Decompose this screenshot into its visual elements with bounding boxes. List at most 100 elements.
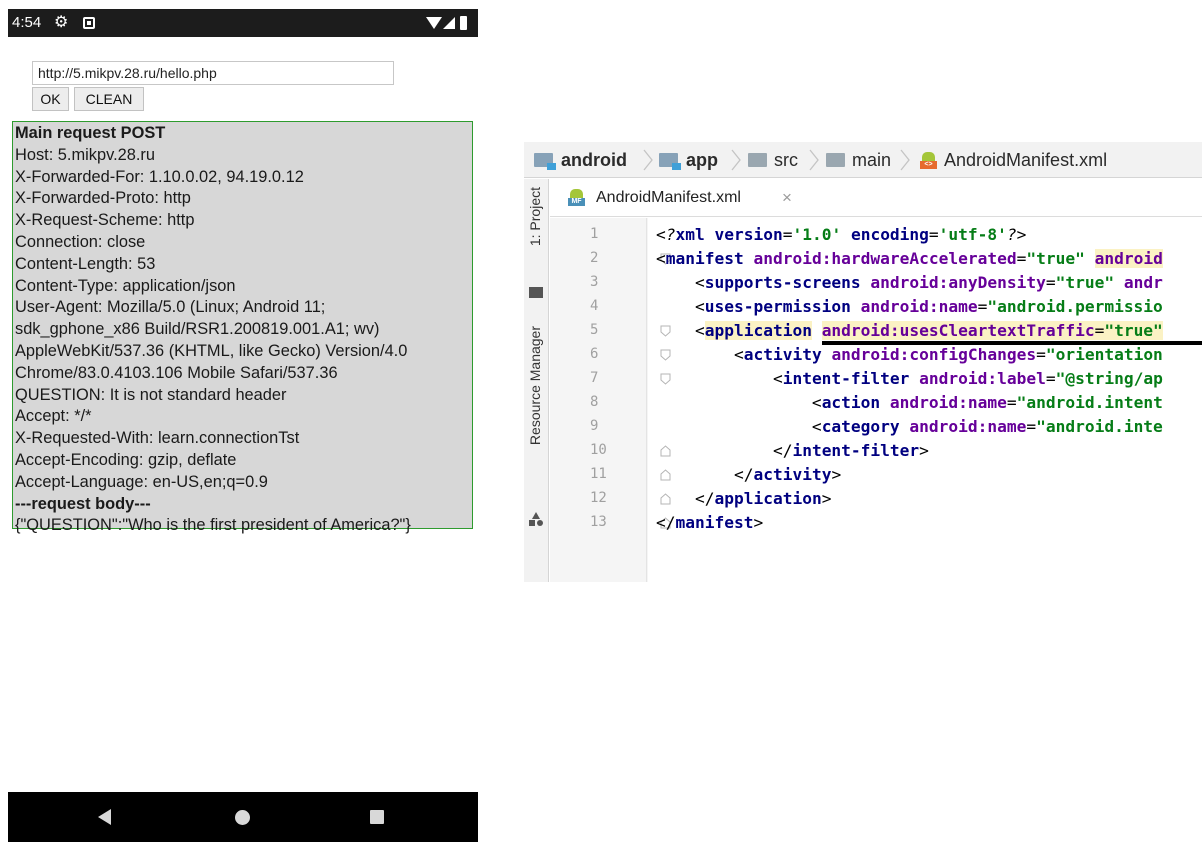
code-line[interactable]: </intent-filter> [656, 439, 929, 463]
response-line: ---request body--- [15, 494, 151, 513]
line-number: 6 [590, 346, 599, 362]
response-line: X-Forwarded-For: 1.10.0.02, 94.19.0.12 [15, 167, 304, 186]
code-token: < [656, 345, 744, 364]
response-line: AppleWebKit/537.36 (KHTML, like Gecko) V… [15, 341, 408, 360]
code-token: </ [656, 513, 676, 532]
code-line[interactable]: <?xml version='1.0' encoding='utf-8'?> [656, 223, 1026, 247]
code-token: "@string/ap [1055, 369, 1163, 388]
recents-icon[interactable] [370, 810, 384, 824]
code-line[interactable]: <manifest android:hardwareAccelerated="t… [656, 247, 1163, 271]
code-token: <? [656, 225, 676, 244]
home-icon[interactable] [235, 810, 250, 825]
code-token: uses-permission [704, 297, 861, 316]
code-token: android:anyDensity [870, 273, 1046, 292]
code-token: andr [1123, 273, 1163, 292]
code-token: < [656, 393, 822, 412]
code-line[interactable]: </manifest> [656, 511, 763, 535]
line-number: 7 [590, 370, 599, 386]
code-line[interactable]: <supports-screens android:anyDensity="tr… [656, 271, 1163, 295]
line-number: 5 [590, 322, 599, 338]
line-number: 13 [590, 514, 607, 530]
code-token: manifest [675, 513, 754, 532]
response-line: Content-Type: application/json [15, 276, 236, 295]
manifest-tab-icon-text: MF [568, 198, 585, 206]
code-token: ?> [1006, 225, 1027, 244]
chevron-right-icon [643, 149, 653, 171]
code-token: </ [656, 441, 793, 460]
response-line: Main request POST [15, 124, 166, 142]
response-line: Connection: close [15, 232, 146, 251]
line-number-gutter: 1 2 3 4 5 6 7 8 9 10 11 12 13 [550, 218, 671, 582]
folder-icon[interactable] [529, 287, 543, 298]
line-number: 8 [590, 394, 599, 410]
code-token: encoding [850, 225, 929, 244]
code-token: activity [753, 465, 832, 484]
code-line[interactable]: <intent-filter android:label="@string/ap [656, 367, 1163, 391]
code-token: < [656, 297, 705, 316]
code-token: "true" [1055, 273, 1124, 292]
code-line[interactable]: <application android:usesCleartextTraffi… [656, 319, 1163, 343]
response-line: Host: 5.mikpv.28.ru [15, 145, 155, 164]
tab-label: AndroidManifest.xml [596, 189, 741, 206]
code-token: = [928, 225, 939, 244]
breadcrumb-item-file[interactable]: AndroidManifest.xml [944, 142, 1107, 178]
response-output: Main request POST Host: 5.mikpv.28.ru X-Fo… [12, 121, 473, 534]
code-token: action [821, 393, 890, 412]
code-token: android:name [860, 297, 978, 316]
tool-tab-resource-manager[interactable]: Resource Manager [527, 326, 543, 445]
response-line: Content-Length: 53 [15, 254, 156, 273]
code-token: < [656, 369, 783, 388]
code-line[interactable]: <action android:name="android.intent [656, 391, 1163, 415]
breadcrumb-item-src[interactable]: src [774, 142, 798, 178]
code-token: > [919, 441, 929, 460]
code-token: > [821, 489, 832, 508]
code-line[interactable]: <activity android:configChanges="orienta… [656, 343, 1163, 367]
wifi-icon [426, 17, 442, 29]
chevron-right-icon [809, 149, 819, 171]
tool-tab-project[interactable]: 1: Project [527, 187, 543, 246]
code-token: < [656, 249, 666, 268]
editor-tab-bar: MF AndroidManifest.xml × [550, 179, 1202, 217]
code-line[interactable]: </activity> [656, 463, 841, 487]
tab-androidmanifest[interactable]: MF AndroidManifest.xml × [550, 179, 808, 217]
response-line: sdk_gphone_x86 Build/RSR1.200819.001.A1;… [15, 320, 380, 339]
selection-underline [822, 341, 1202, 345]
breadcrumb-item-android[interactable]: android [561, 142, 627, 178]
code-token: < [656, 273, 705, 292]
code-token: > [831, 465, 842, 484]
code-line[interactable]: <category android:name="android.inte [656, 415, 1163, 439]
android-emulator: 4:54 ⚙ OK CLEAN Main request POST Host: 5… [8, 9, 478, 842]
response-line: QUESTION: It is not standard header [15, 385, 287, 404]
code-token: '1.0' [792, 225, 851, 244]
code-token: "android.permissio [987, 297, 1163, 316]
breadcrumb: android app src main <> AndroidManifest.… [524, 142, 1202, 178]
code-line[interactable]: <uses-permission android:name="android.p… [656, 295, 1163, 319]
clean-button[interactable]: CLEAN [74, 87, 144, 111]
url-input[interactable] [32, 61, 394, 85]
module-folder-icon [534, 153, 556, 170]
response-line: Accept: */* [15, 407, 92, 426]
line-number: 9 [590, 418, 599, 434]
breadcrumb-item-app[interactable]: app [686, 142, 718, 178]
code-token: android [1094, 249, 1163, 268]
code-token: android:name [889, 393, 1007, 412]
code-token: application [714, 489, 822, 508]
gutter-divider [646, 218, 647, 582]
code-token: category [821, 417, 910, 436]
code-editor[interactable]: <?xml version='1.0' encoding='utf-8'?> <m… [648, 218, 1202, 582]
line-number: 2 [590, 250, 599, 266]
battery-icon [460, 16, 467, 30]
line-number: 12 [590, 490, 607, 506]
code-token: supports-screens [704, 273, 871, 292]
breadcrumb-item-main[interactable]: main [852, 142, 891, 178]
module-folder-icon [659, 153, 681, 170]
ok-button[interactable]: OK [32, 87, 69, 111]
code-token: "orientation [1045, 345, 1163, 364]
resources-icon[interactable] [529, 512, 543, 526]
code-line[interactable]: </application> [656, 487, 831, 511]
code-token: = [1016, 249, 1027, 268]
response-line: Accept-Encoding: gzip, deflate [15, 450, 237, 469]
back-icon[interactable] [98, 809, 111, 825]
response-line: {"QUESTION":"Who is the first president … [15, 516, 411, 535]
close-icon[interactable]: × [782, 179, 792, 217]
